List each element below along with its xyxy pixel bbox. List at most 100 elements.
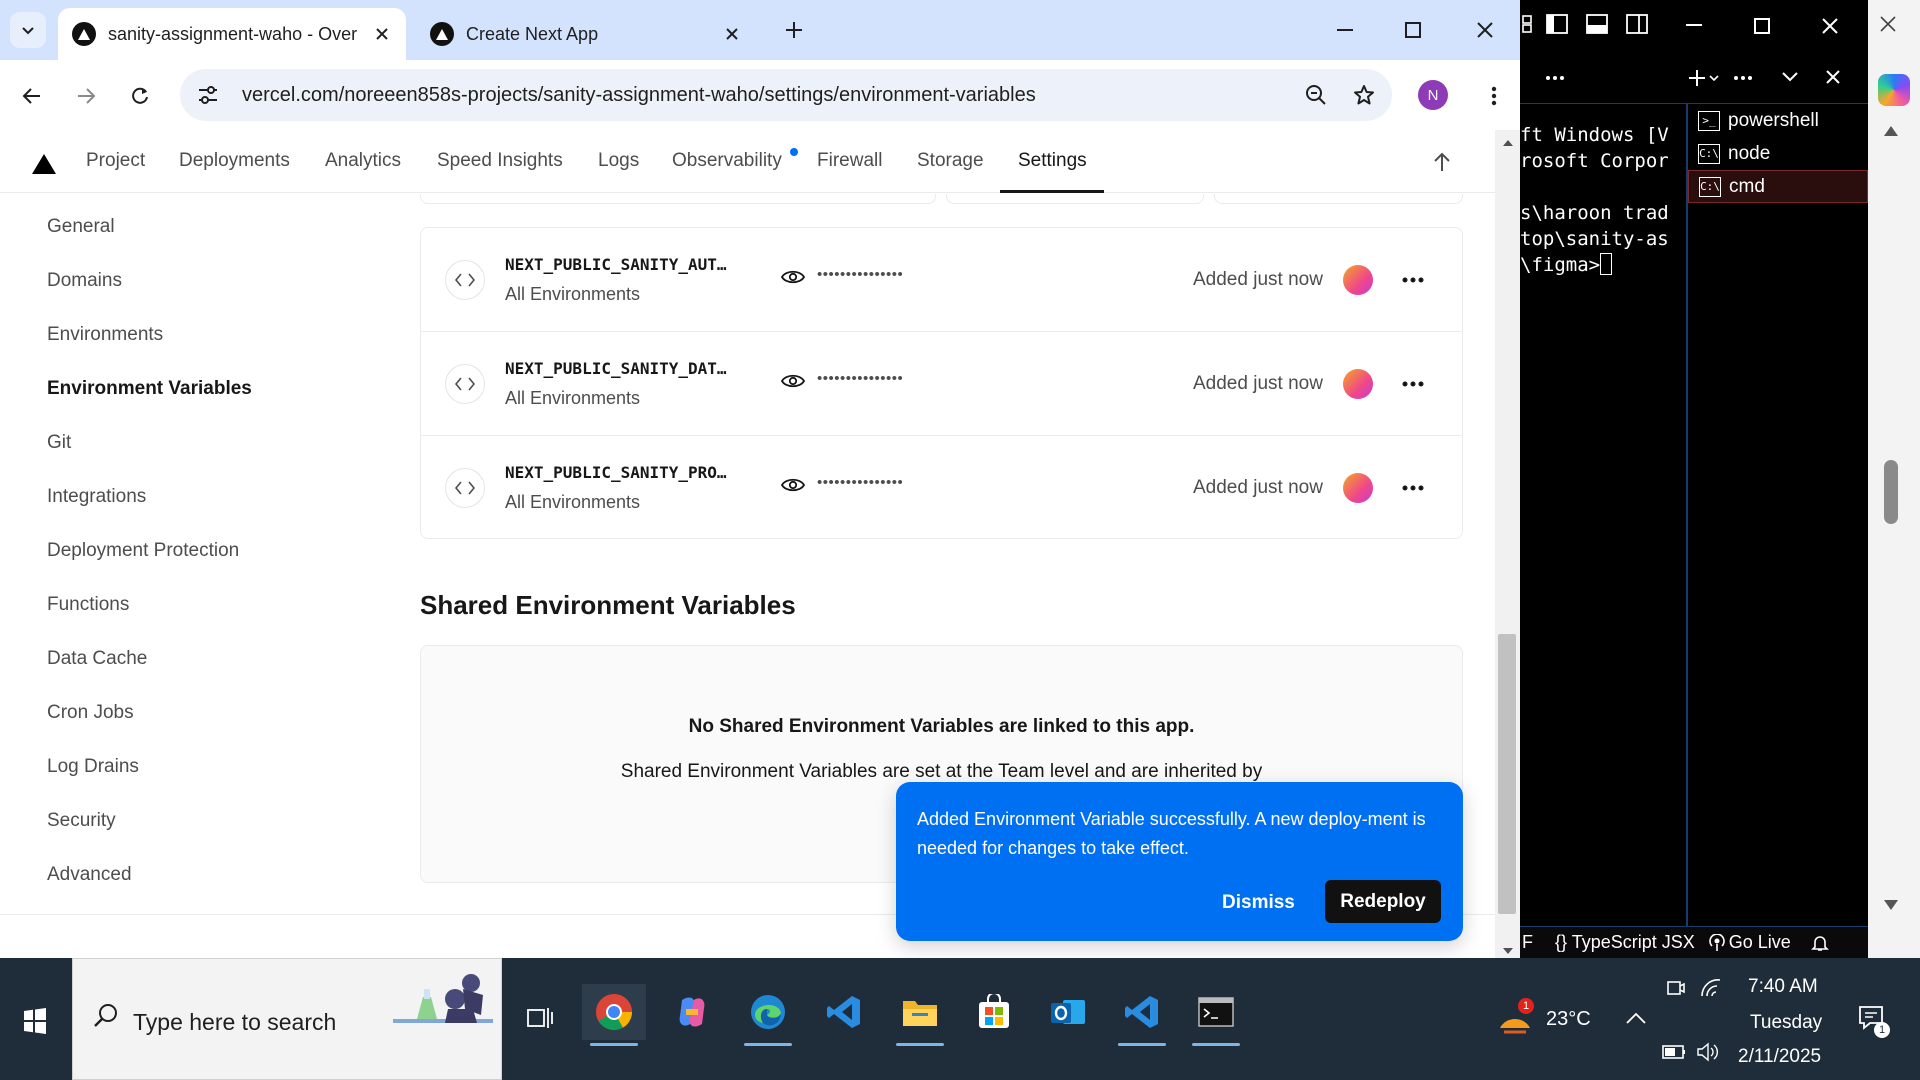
battery-icon[interactable] (1662, 1044, 1686, 1060)
sidebar-item-data-cache[interactable]: Data Cache (47, 648, 147, 670)
shell-item-powershell[interactable]: >_ powershell (1688, 104, 1868, 137)
clock-day[interactable]: Tuesday (1750, 1012, 1822, 1034)
minimize-icon[interactable] (1686, 24, 1702, 26)
taskbar-outlook[interactable] (1036, 984, 1100, 1040)
scrollbar-thumb[interactable] (1884, 460, 1898, 524)
sidebar-item-environments[interactable]: Environments (47, 324, 163, 346)
reload-button[interactable] (120, 76, 160, 116)
dismiss-button[interactable]: Dismiss (1210, 883, 1307, 923)
page-scrollbar[interactable] (1495, 130, 1520, 958)
more-horizontal-icon[interactable] (1546, 76, 1564, 80)
env-var-row[interactable]: NEXT_PUBLIC_SANITY_AUT… All Environments… (421, 228, 1462, 332)
scroll-up-icon[interactable] (1503, 140, 1513, 146)
taskbar-vscode[interactable] (812, 984, 876, 1040)
shell-item-cmd[interactable]: C:\ cmd (1688, 170, 1868, 203)
sidebar-item-cron-jobs[interactable]: Cron Jobs (47, 702, 134, 724)
close-panel-icon[interactable] (1826, 70, 1840, 84)
nav-logs[interactable]: Logs (598, 150, 639, 172)
back-button[interactable] (12, 76, 52, 116)
taskbar-vscode-2[interactable] (1110, 984, 1174, 1046)
language-mode[interactable]: {} TypeScript JSX (1555, 932, 1695, 953)
env-var-row[interactable]: NEXT_PUBLIC_SANITY_PRO… All Environments… (421, 436, 1462, 540)
sidebar-left-icon[interactable] (1546, 14, 1568, 34)
panel-bottom-icon[interactable] (1586, 14, 1608, 34)
taskbar-store[interactable] (962, 984, 1026, 1040)
terminal-output[interactable]: ft Windows [V rosoft Corpor s\haroon trad t… (1520, 122, 1669, 278)
close-icon[interactable] (1880, 16, 1896, 32)
scroll-to-top-button[interactable] (1426, 146, 1458, 178)
close-tab-icon[interactable] (368, 20, 396, 48)
chevron-up-icon[interactable] (1626, 1012, 1646, 1024)
taskbar-chrome[interactable] (582, 984, 646, 1046)
sidebar-right-icon[interactable] (1626, 14, 1648, 34)
sidebar-item-integrations[interactable]: Integrations (47, 486, 146, 508)
copilot-icon[interactable] (1878, 74, 1910, 106)
row-actions-button[interactable] (1393, 364, 1433, 404)
browser-menu-button[interactable] (1474, 76, 1514, 116)
volume-icon[interactable] (1696, 1042, 1720, 1062)
maximize-button[interactable] (1390, 10, 1436, 50)
sidebar-item-git[interactable]: Git (47, 432, 71, 454)
clock-time[interactable]: 7:40 AM (1748, 976, 1818, 998)
forward-button[interactable] (66, 76, 106, 116)
nav-analytics[interactable]: Analytics (325, 150, 401, 172)
new-terminal-icon[interactable] (1688, 68, 1720, 88)
clock-date[interactable]: 2/11/2025 (1738, 1046, 1821, 1068)
eye-icon[interactable] (781, 476, 805, 494)
weather-temperature[interactable]: 23°C (1546, 1008, 1591, 1031)
sidebar-item-deployment-protection[interactable]: Deployment Protection (47, 540, 239, 562)
terminal-split-divider[interactable] (1686, 104, 1688, 926)
site-info-icon[interactable] (188, 75, 228, 115)
nav-observability[interactable]: Observability (672, 150, 782, 172)
sidebar-item-advanced[interactable]: Advanced (47, 864, 132, 886)
tab-inactive[interactable]: Create Next App (416, 8, 756, 60)
bell-icon[interactable] (1810, 934, 1829, 952)
address-bar[interactable]: vercel.com/noreeen858s-projects/sanity-a… (180, 69, 1392, 121)
scroll-up-icon[interactable] (1884, 126, 1898, 136)
shell-item-node[interactable]: C:\ node (1688, 137, 1868, 170)
eye-icon[interactable] (781, 268, 805, 286)
tab-search-button[interactable] (10, 12, 46, 48)
nav-project[interactable]: Project (86, 150, 145, 172)
taskbar-search-box[interactable]: Type here to search (72, 958, 502, 1080)
taskbar-file-explorer[interactable] (888, 984, 952, 1046)
env-var-row[interactable]: NEXT_PUBLIC_SANITY_DAT… All Environments… (421, 332, 1462, 436)
scroll-down-icon[interactable] (1503, 948, 1513, 954)
nav-firewall[interactable]: Firewall (817, 150, 882, 172)
sidebar-item-security[interactable]: Security (47, 810, 116, 832)
maximize-icon[interactable] (1754, 18, 1770, 34)
chevron-down-icon[interactable] (1782, 72, 1798, 82)
sidebar-item-domains[interactable]: Domains (47, 270, 122, 292)
bookmark-star-icon[interactable] (1344, 75, 1384, 115)
zoom-icon[interactable] (1296, 75, 1336, 115)
taskbar-edge[interactable] (736, 984, 800, 1046)
minimize-button[interactable] (1322, 10, 1368, 50)
nav-settings[interactable]: Settings (1018, 150, 1087, 172)
taskbar-copilot[interactable] (660, 984, 724, 1040)
nav-deployments[interactable]: Deployments (179, 150, 290, 172)
go-live-button[interactable]: Go Live (1729, 932, 1791, 953)
scrollbar-thumb[interactable] (1498, 634, 1516, 914)
more-horizontal-icon[interactable] (1734, 76, 1752, 80)
status-item[interactable]: F (1522, 932, 1533, 953)
wifi-icon[interactable] (1700, 978, 1722, 998)
close-tab-icon[interactable] (718, 20, 746, 48)
close-window-button[interactable] (1462, 10, 1508, 50)
task-view-icon[interactable] (526, 1006, 554, 1030)
nav-speed-insights[interactable]: Speed Insights (437, 150, 563, 172)
close-icon[interactable] (1822, 18, 1838, 34)
profile-avatar[interactable]: N (1418, 80, 1448, 110)
nav-storage[interactable]: Storage (917, 150, 984, 172)
scroll-down-icon[interactable] (1884, 900, 1898, 910)
sidebar-item-functions[interactable]: Functions (47, 594, 129, 616)
tab-active[interactable]: sanity-assignment-waho - Over (58, 8, 406, 60)
vercel-logo-icon[interactable] (32, 154, 56, 174)
layout-icon[interactable] (1522, 14, 1532, 34)
taskbar-terminal[interactable] (1184, 984, 1248, 1046)
windows-start-icon[interactable] (12, 998, 58, 1044)
eye-icon[interactable] (781, 372, 805, 390)
row-actions-button[interactable] (1393, 468, 1433, 508)
new-tab-button[interactable] (778, 14, 810, 46)
row-actions-button[interactable] (1393, 260, 1433, 300)
sidebar-item-environment-variables[interactable]: Environment Variables (47, 378, 252, 400)
